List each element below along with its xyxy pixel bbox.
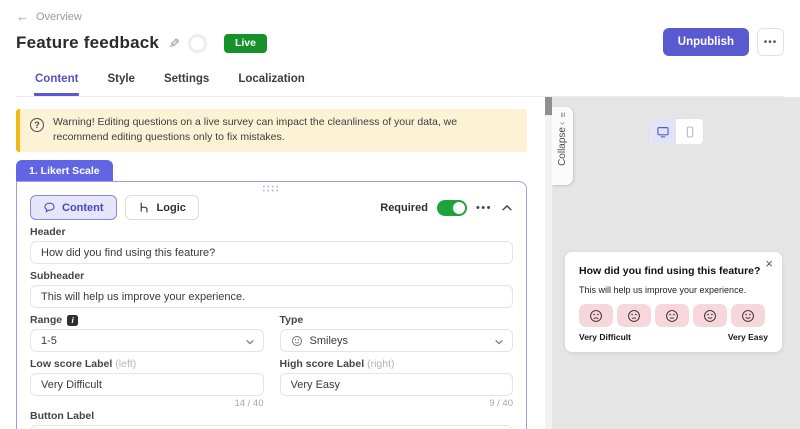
high-score-field-label: High score Label (right) bbox=[280, 358, 514, 370]
main-area: ? Warning! Editing questions on a live s… bbox=[0, 97, 800, 429]
warning-banner: ? Warning! Editing questions on a live s… bbox=[16, 109, 527, 152]
type-field-label: Type bbox=[280, 314, 514, 326]
toggle-knob bbox=[453, 202, 465, 214]
low-score-hint: (left) bbox=[115, 358, 136, 370]
happy-smiley-icon[interactable] bbox=[693, 304, 727, 327]
top-bar: ← Overview Feature feedback ✎ Live Unpub… bbox=[0, 0, 800, 97]
high-score-input[interactable] bbox=[280, 373, 514, 396]
survey-preview-card: × How did you find using this feature? T… bbox=[565, 252, 782, 352]
editor-scrollbar[interactable] bbox=[545, 97, 552, 429]
question-badge[interactable]: 1. Likert Scale bbox=[16, 160, 113, 181]
subheader-field-label: Subheader bbox=[30, 270, 513, 282]
smiley-type-icon bbox=[291, 335, 303, 347]
preview-question-title: How did you find using this feature? bbox=[579, 265, 768, 277]
card-controls: Content Logic Required ••• bbox=[30, 195, 513, 220]
drag-handle-icon[interactable]: •••• •••• bbox=[30, 186, 513, 194]
logic-segment-button[interactable]: Logic bbox=[125, 195, 199, 220]
low-score-char-counter: 14 / 40 bbox=[30, 398, 264, 408]
caret-down-icon bbox=[245, 337, 255, 349]
desktop-preview-button[interactable] bbox=[649, 119, 676, 144]
branch-logic-icon bbox=[138, 201, 151, 214]
desktop-monitor-icon bbox=[656, 125, 670, 139]
neutral-smiley-icon[interactable] bbox=[655, 304, 689, 327]
warning-question-icon: ? bbox=[30, 118, 44, 132]
caret-down-icon bbox=[494, 337, 504, 349]
editor-pane: ? Warning! Editing questions on a live s… bbox=[0, 97, 545, 429]
tab-bar: Content Style Settings Localization bbox=[16, 66, 784, 97]
card-controls-right: Required ••• bbox=[380, 200, 513, 216]
range-select-value: 1-5 bbox=[41, 335, 57, 347]
high-score-hint: (right) bbox=[367, 358, 394, 370]
header-field-label: Header bbox=[30, 226, 513, 238]
collapse-label: Collapse bbox=[557, 127, 568, 166]
range-field-label: Range i bbox=[30, 314, 264, 326]
type-select[interactable]: Smileys bbox=[280, 329, 514, 352]
question-card: •••• •••• Content Logic bbox=[16, 181, 527, 429]
logic-segment-label: Logic bbox=[157, 202, 186, 214]
edit-pencil-icon[interactable]: ✎ bbox=[166, 38, 182, 49]
very-sad-smiley-icon[interactable] bbox=[579, 304, 613, 327]
survey-builder-app: ← Overview Feature feedback ✎ Live Unpub… bbox=[0, 0, 800, 429]
info-icon[interactable]: i bbox=[67, 315, 78, 326]
question-menu-icon[interactable]: ••• bbox=[476, 202, 492, 214]
collapse-grip-icon: ≡ › bbox=[558, 112, 568, 126]
required-label: Required bbox=[380, 202, 428, 214]
content-segment-button[interactable]: Content bbox=[30, 195, 117, 220]
header-field-input[interactable] bbox=[30, 241, 513, 264]
mobile-phone-icon bbox=[683, 125, 697, 139]
very-happy-smiley-icon[interactable] bbox=[731, 304, 765, 327]
unpublish-button[interactable]: Unpublish bbox=[663, 28, 749, 56]
device-toggle bbox=[648, 118, 704, 145]
back-arrow-icon[interactable]: ← bbox=[16, 9, 29, 24]
low-score-input[interactable] bbox=[30, 373, 264, 396]
low-score-field-label: Low score Label (left) bbox=[30, 358, 264, 370]
required-toggle[interactable] bbox=[437, 200, 467, 216]
close-icon[interactable]: × bbox=[765, 256, 773, 271]
tab-settings[interactable]: Settings bbox=[163, 66, 210, 96]
back-label[interactable]: Overview bbox=[36, 11, 82, 23]
progress-ring bbox=[188, 34, 207, 53]
low-scale-label: Very Difficult bbox=[579, 332, 631, 342]
tab-localization[interactable]: Localization bbox=[237, 66, 305, 96]
collapse-card-chevron-icon[interactable] bbox=[501, 203, 513, 213]
mobile-preview-button[interactable] bbox=[676, 119, 703, 144]
sad-smiley-icon[interactable] bbox=[617, 304, 651, 327]
page-title: Feature feedback bbox=[16, 33, 159, 53]
speech-bubble-icon bbox=[43, 201, 56, 214]
preview-question-subtitle: This will help us improve your experienc… bbox=[579, 285, 768, 295]
subheader-field-input[interactable] bbox=[30, 285, 513, 308]
tab-style[interactable]: Style bbox=[106, 66, 136, 96]
high-scale-label: Very Easy bbox=[728, 332, 768, 342]
more-horizontal-icon: ••• bbox=[764, 37, 778, 48]
scrollbar-thumb[interactable] bbox=[545, 97, 552, 115]
preview-pane: ≡ › Collapse × How did you find using th bbox=[552, 97, 800, 429]
breadcrumb[interactable]: ← Overview bbox=[16, 9, 784, 24]
topbar-actions: Unpublish ••• bbox=[663, 28, 784, 56]
range-select[interactable]: 1-5 bbox=[30, 329, 264, 352]
scale-labels: Very Difficult Very Easy bbox=[579, 332, 768, 342]
warning-text: Warning! Editing questions on a live sur… bbox=[53, 115, 515, 145]
tab-content[interactable]: Content bbox=[34, 66, 79, 96]
smiley-scale bbox=[579, 304, 768, 327]
button-label-input[interactable] bbox=[30, 425, 513, 429]
button-label-field-label: Button Label bbox=[30, 410, 513, 422]
high-score-char-counter: 9 / 40 bbox=[280, 398, 514, 408]
collapse-panel-button[interactable]: ≡ › Collapse bbox=[552, 107, 573, 185]
more-options-button[interactable]: ••• bbox=[757, 28, 784, 56]
status-badge: Live bbox=[224, 34, 267, 53]
content-segment-label: Content bbox=[62, 202, 104, 214]
type-select-value: Smileys bbox=[310, 335, 349, 347]
